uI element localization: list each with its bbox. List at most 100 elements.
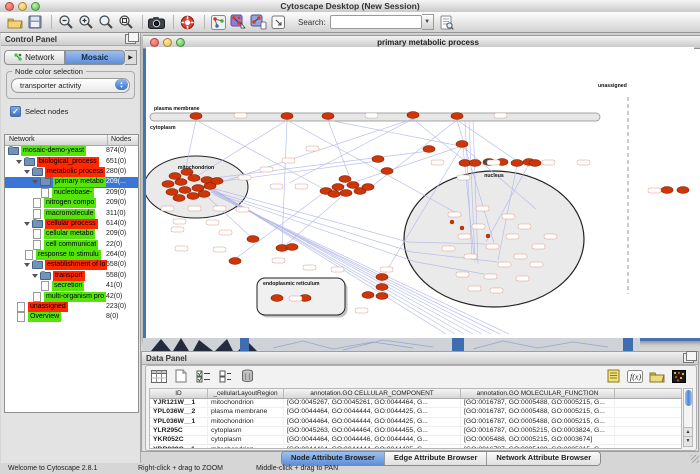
network-node[interactable] xyxy=(187,193,199,200)
tree-column-network[interactable]: Network xyxy=(5,135,108,145)
small-network-node[interactable] xyxy=(490,288,503,293)
network-node[interactable] xyxy=(423,146,435,153)
network-node[interactable] xyxy=(173,195,185,202)
small-network-node[interactable] xyxy=(355,308,368,313)
tree-item-nitrogen-compo[interactable]: nitrogen compo209(0) xyxy=(5,198,138,208)
small-network-node[interactable] xyxy=(542,160,555,165)
network-node[interactable] xyxy=(362,292,374,299)
column-header-layout-region[interactable]: _cellularLayoutRegion xyxy=(208,389,284,398)
network-node[interactable] xyxy=(456,141,468,148)
small-network-node[interactable] xyxy=(188,206,201,211)
network-node[interactable] xyxy=(281,113,293,120)
small-network-node[interactable] xyxy=(289,296,302,301)
tree-item-transport[interactable]: transport558(0) xyxy=(5,271,138,281)
network-node[interactable] xyxy=(407,112,419,119)
small-network-node[interactable] xyxy=(331,267,344,272)
network-node[interactable] xyxy=(339,176,351,183)
small-network-node[interactable] xyxy=(431,160,444,165)
small-network-node[interactable] xyxy=(464,254,477,259)
small-network-node[interactable] xyxy=(648,188,661,193)
select-nodes-checkbox[interactable]: ✓ xyxy=(10,106,21,117)
edge[interactable] xyxy=(328,120,353,186)
small-network-node[interactable] xyxy=(494,113,507,118)
float-panel-icon[interactable] xyxy=(125,34,136,44)
small-network-node[interactable] xyxy=(506,234,519,239)
network-node[interactable] xyxy=(162,181,174,188)
tree-item-cellular-process[interactable]: cellular process614(0) xyxy=(5,219,138,229)
small-network-node[interactable] xyxy=(544,234,557,239)
network-node[interactable] xyxy=(322,113,334,120)
network-node[interactable] xyxy=(328,191,340,198)
network-node[interactable] xyxy=(192,185,204,192)
network-node[interactable] xyxy=(362,184,374,191)
column-header-cellular-component[interactable]: annotation.GO CELLULAR_COMPONENT xyxy=(284,389,461,398)
small-network-node[interactable] xyxy=(173,219,186,224)
tree-item-secretion[interactable]: secretion41(0) xyxy=(5,281,138,291)
new-attribute-icon[interactable] xyxy=(172,368,190,384)
scrollbar-thumb[interactable] xyxy=(685,390,692,406)
zoom-window-button[interactable] xyxy=(176,38,185,47)
small-network-node[interactable] xyxy=(238,175,251,180)
edge[interactable] xyxy=(209,190,412,252)
small-network-node[interactable] xyxy=(213,206,226,211)
network-node[interactable] xyxy=(169,173,181,180)
mini-network-node[interactable] xyxy=(450,220,454,224)
tab-mosaic[interactable]: Mosaic xyxy=(65,50,126,65)
small-network-node[interactable] xyxy=(577,160,590,165)
network-overview-icon[interactable] xyxy=(210,14,227,31)
network-node[interactable] xyxy=(372,156,384,163)
tree-item-macromolecule[interactable]: macromolecule311(0) xyxy=(5,208,138,218)
scroll-down-arrow-icon[interactable]: ▼ xyxy=(684,436,692,446)
small-network-node[interactable] xyxy=(175,246,188,251)
tree-item-response-to-stimulu[interactable]: response to stimulu264(0) xyxy=(5,250,138,260)
edge[interactable] xyxy=(370,120,457,188)
help-lifering-icon[interactable] xyxy=(179,14,196,31)
network-node[interactable] xyxy=(332,184,344,191)
network-node[interactable] xyxy=(677,187,689,194)
save-session-icon[interactable] xyxy=(26,14,43,31)
network-node[interactable] xyxy=(340,190,352,197)
network-node[interactable] xyxy=(381,168,393,175)
attribute-matrix-icon[interactable] xyxy=(670,368,688,384)
search-input[interactable] xyxy=(330,15,422,29)
network-node[interactable] xyxy=(179,187,191,194)
small-network-node[interactable] xyxy=(486,244,499,249)
disclosure-triangle-icon[interactable] xyxy=(24,222,30,226)
tree-item-mosaic-demo-yeast[interactable]: mosaic-demo-yeast874(0) xyxy=(5,146,138,156)
unselect-attributes-icon[interactable] xyxy=(216,368,234,384)
mini-network-node[interactable] xyxy=(460,226,464,230)
small-network-node[interactable] xyxy=(213,247,226,252)
zoom-in-icon[interactable] xyxy=(77,14,94,31)
network-node[interactable] xyxy=(211,178,223,185)
vizmapper-network-b-icon[interactable] xyxy=(250,14,267,31)
network-node[interactable] xyxy=(175,179,187,186)
attribute-table-mode-icon[interactable] xyxy=(150,368,168,384)
tree-item-multi-organism-pro[interactable]: multi-organism pro42(0) xyxy=(5,291,138,301)
float-panel-icon[interactable] xyxy=(683,353,694,363)
small-network-node[interactable] xyxy=(365,113,378,118)
small-network-node[interactable] xyxy=(272,258,285,263)
table-row[interactable]: YLR295Ccytoplasm[GO:0045263, GO:0044464,… xyxy=(150,427,681,436)
small-network-node[interactable] xyxy=(380,267,393,272)
close-button[interactable] xyxy=(150,38,159,47)
zoom-window-button[interactable] xyxy=(31,2,40,11)
edge[interactable] xyxy=(413,119,465,161)
small-network-node[interactable] xyxy=(282,158,295,163)
tree-column-nodes[interactable]: Nodes xyxy=(108,135,138,145)
network-node[interactable] xyxy=(529,160,541,167)
small-network-node[interactable] xyxy=(484,274,497,279)
tree-item-unassigned[interactable]: unassigned223(0) xyxy=(5,302,138,312)
resize-grip-icon[interactable] xyxy=(691,455,699,463)
tree-item-cell-communicat[interactable]: cell communicat22(0) xyxy=(5,240,138,250)
annotation-box-icon[interactable] xyxy=(270,14,287,31)
disclosure-triangle-icon[interactable] xyxy=(16,160,22,164)
disclosure-triangle-icon[interactable] xyxy=(32,274,38,278)
tree-item-establishment-of-lo[interactable]: establishment of lo558(0) xyxy=(5,260,138,270)
zoom-to-fit-icon[interactable] xyxy=(117,14,134,31)
import-attributes-icon[interactable] xyxy=(648,368,666,384)
table-scrollbar[interactable]: ▲ ▼ xyxy=(683,388,693,447)
network-node[interactable] xyxy=(469,160,481,167)
network-node[interactable] xyxy=(376,284,388,291)
small-network-node[interactable] xyxy=(260,167,273,172)
column-header-id[interactable]: ID xyxy=(150,389,208,398)
